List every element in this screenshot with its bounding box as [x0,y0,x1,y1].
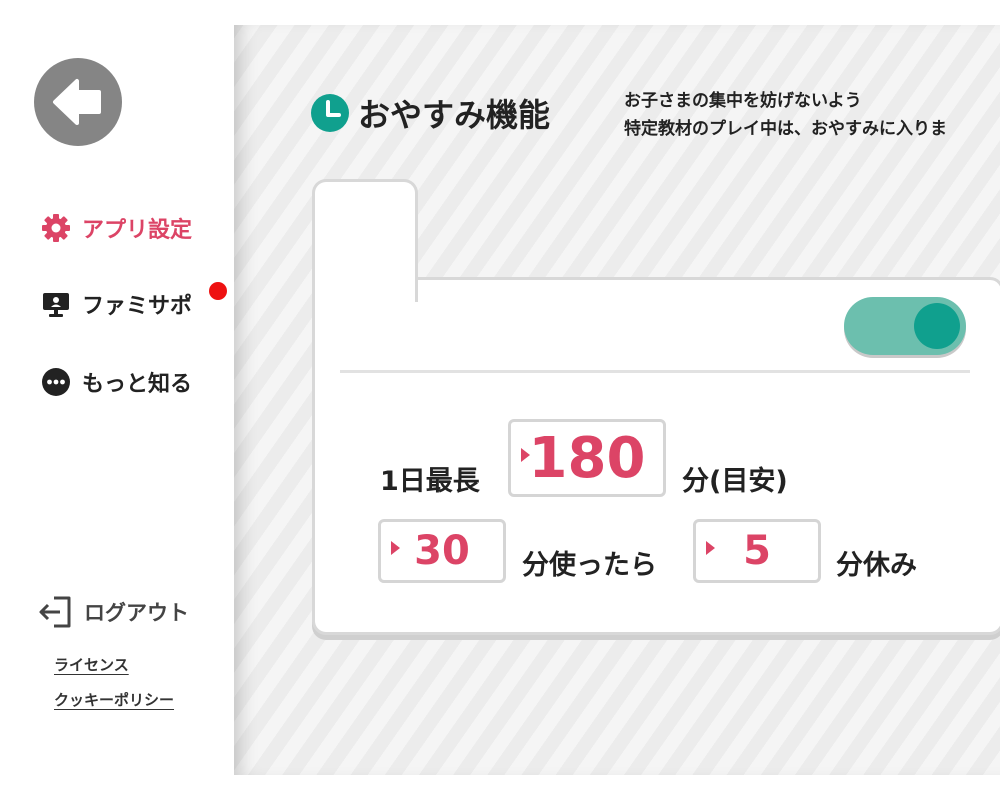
daily-max-value: 180 [528,425,646,491]
play-duration-value: 30 [414,528,470,574]
description-line-1: お子さまの集中を妨げないよう [624,91,862,111]
sidebar-item-famisapo[interactable]: ファミサポ [40,288,192,320]
clock-icon [311,94,349,132]
sidebar-item-label: ファミサポ [82,294,193,319]
sidebar-item-app-settings[interactable]: アプリ設定 [40,212,192,244]
cookie-policy-link[interactable]: クッキーポリシー [54,689,174,710]
arrow-left-icon [53,79,101,125]
daily-max-input[interactable]: 180 [508,419,666,497]
description-line-2: 特定教材のプレイ中は、おやすみに入りま [624,119,947,139]
logout-label: ログアウト [84,601,189,625]
feature-description: お子さまの集中を妨げないよう 特定教材のプレイ中は、おやすみに入りま [624,87,947,143]
sidebar-item-label: もっと知る [82,372,193,397]
caret-icon [391,541,400,555]
daily-max-label: 1日最長 [380,466,480,497]
logout-button[interactable]: ログアウト [38,595,189,629]
back-button[interactable] [34,58,122,146]
license-link[interactable]: ライセンス [54,654,129,675]
play-duration-label: 分使ったら [522,550,657,581]
card-divider [340,370,970,373]
sleep-mode-toggle[interactable] [844,297,966,355]
gear-icon [40,212,72,244]
sidebar-item-label: アプリ設定 [82,218,193,243]
sidebar-item-learn-more[interactable]: もっと知る [40,366,192,398]
monitor-icon [40,288,72,320]
caret-icon [521,448,530,462]
rest-duration-value: 5 [743,528,771,574]
logout-icon [38,595,74,629]
rest-duration-input[interactable]: 5 [693,519,821,583]
main-panel: おやすみ機能 お子さまの集中を妨げないよう 特定教材のプレイ中は、おやすみに入り… [234,25,1000,775]
play-duration-input[interactable]: 30 [378,519,506,583]
more-icon [40,366,72,398]
caret-icon [706,541,715,555]
page-title: おやすみ機能 [358,96,551,134]
tab-joint [315,273,415,285]
toggle-knob [914,303,960,349]
section-header: おやすみ機能 [310,90,550,136]
rest-duration-label: 分休み [836,550,917,581]
notification-badge [209,282,227,300]
daily-max-unit: 分(目安) [682,466,788,497]
settings-page: アプリ設定 ファミサポ もっと知る ログアウト ライセンス クッキーポリシー お… [0,0,1000,800]
sidebar: アプリ設定 ファミサポ もっと知る ログアウト ライセンス クッキーポリシー [0,0,234,800]
